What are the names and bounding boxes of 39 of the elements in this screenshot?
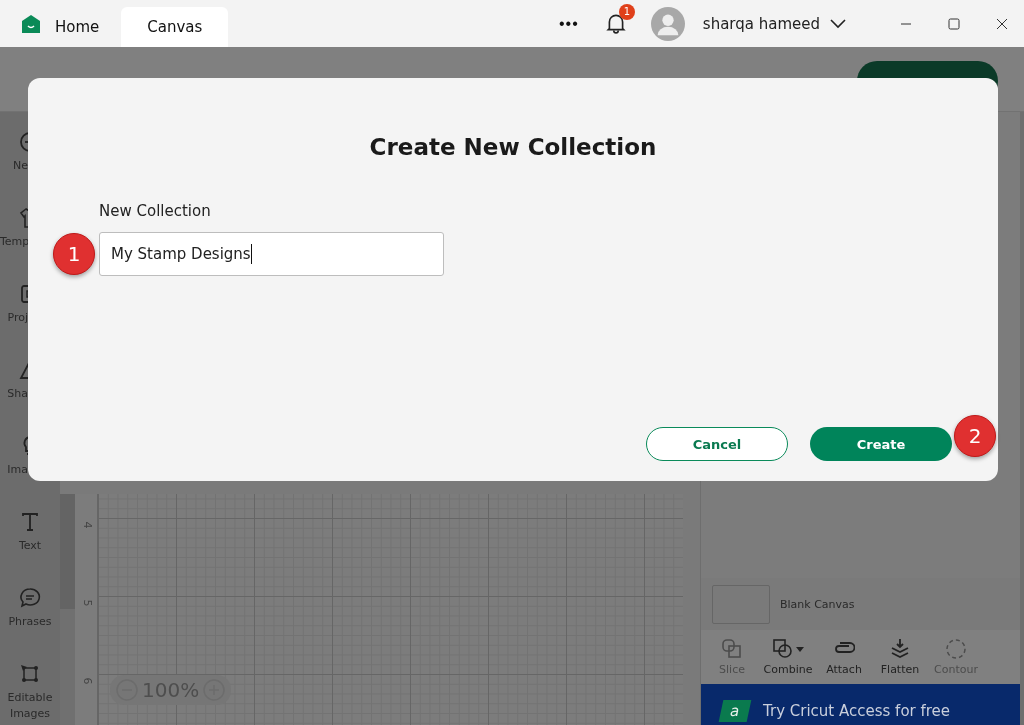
tool-button[interactable]: Combine — [761, 638, 815, 676]
sidebar-label[interactable]: Ne — [0, 158, 28, 174]
input-field[interactable]: My Stamp Designs — [99, 232, 444, 276]
tab[interactable]: Home — [55, 7, 122, 47]
step-marker: 2 — [954, 415, 996, 457]
overlap-squares-icon — [721, 638, 743, 660]
sidebar-label[interactable]: Phrases — [8, 614, 52, 630]
promo-banner[interactable]: a Try Cricut Access for free — [701, 684, 1020, 725]
user-name[interactable]: sharqa hameed — [702, 14, 820, 33]
dialog-title: Create New Collection — [368, 134, 658, 160]
tool-button[interactable]: Attach — [817, 638, 871, 676]
caret-icon — [796, 646, 804, 652]
cancel-button[interactable]: Cancel — [646, 427, 788, 461]
notification-badge: 1 — [618, 3, 635, 20]
layer-label: Blank Canvas — [780, 597, 855, 611]
flatten-layers-icon — [889, 638, 911, 660]
step-marker: 1 — [53, 233, 95, 275]
avatar-icon[interactable] — [650, 6, 685, 41]
chevron-down-icon[interactable] — [830, 18, 846, 29]
close-icon[interactable] — [996, 17, 1008, 30]
sidebar-label[interactable]: Sha — [0, 386, 28, 402]
dashed-circle-icon — [945, 638, 967, 660]
banner-text: Try Cricut Access for free — [763, 702, 951, 720]
sidebar-label[interactable]: Proj — [0, 310, 28, 326]
tab[interactable]: Canvas — [121, 7, 229, 47]
scrollbar[interactable] — [60, 494, 75, 725]
more-button[interactable]: ••• — [559, 14, 579, 33]
field-label: New Collection — [99, 202, 212, 220]
sidebar-label[interactable]: Text — [18, 538, 42, 554]
square-circle-icon — [772, 638, 794, 660]
sidebar-label[interactable]: Temp — [0, 234, 28, 250]
house-logo-icon — [21, 13, 41, 34]
speech-bubble-icon[interactable] — [18, 586, 42, 610]
sidebar-label[interactable]: Ima — [0, 462, 28, 478]
sidebar-label[interactable]: Editable Images — [0, 690, 60, 722]
tool-button[interactable]: Flatten — [873, 638, 927, 676]
access-logo: a — [718, 700, 752, 722]
create-button[interactable]: Create — [810, 427, 952, 461]
maximize-icon[interactable] — [948, 17, 960, 30]
